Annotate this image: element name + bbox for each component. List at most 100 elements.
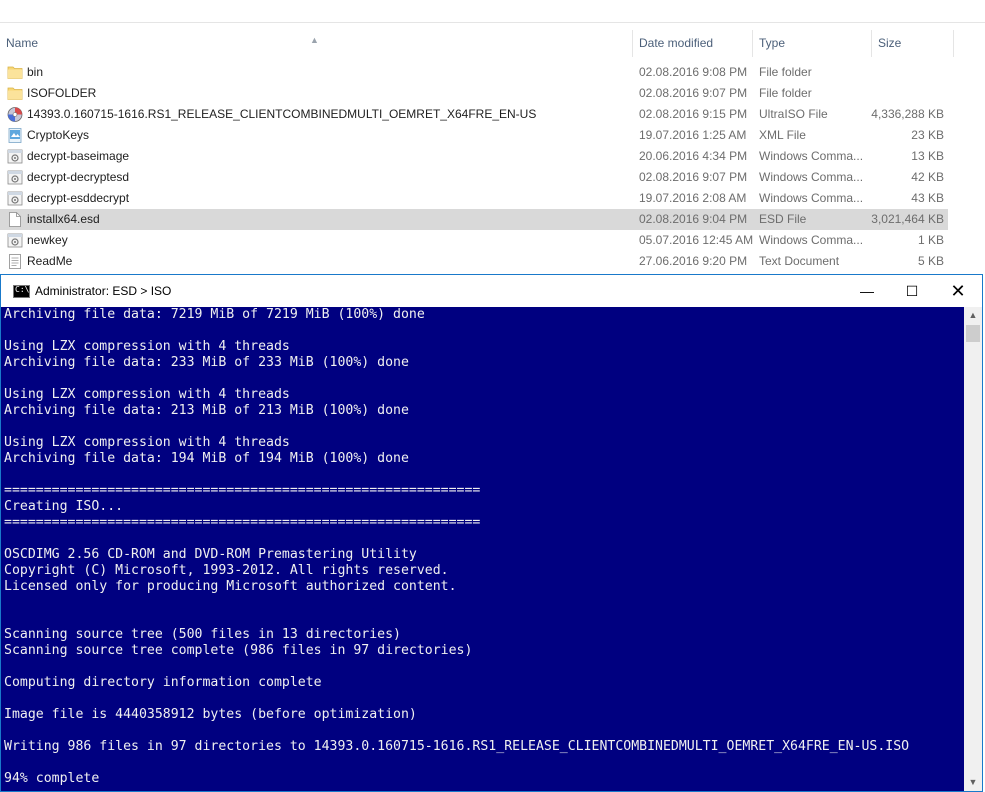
file-size: 13 KB [911, 149, 944, 163]
file-type: Text Document [759, 254, 840, 268]
file-explorer: Name ▲ Date modified Type Size bin 02.08.… [0, 0, 985, 275]
close-icon: ✕ [950, 281, 966, 301]
command-prompt-icon: C:\ [13, 285, 30, 298]
file-name: ISOFOLDER [27, 86, 97, 100]
file-date: 02.08.2016 9:15 PM [639, 107, 748, 121]
console-output[interactable]: Archiving file data: 7219 MiB of 7219 Mi… [1, 307, 964, 791]
file-name: bin [27, 65, 44, 79]
file-row[interactable]: installx64.esd 02.08.2016 9:04 PM ESD File… [0, 209, 948, 230]
file-size: 42 KB [911, 170, 944, 184]
column-size-label: Size [878, 36, 902, 50]
console-text: Archiving file data: 7219 MiB of 7219 Mi… [1, 307, 964, 787]
column-header: Name ▲ Date modified Type Size [0, 30, 985, 57]
folder-icon [7, 86, 23, 101]
file-type: File folder [759, 86, 812, 100]
file-name: newkey [27, 233, 68, 247]
maximize-button[interactable]: ☐ [889, 275, 935, 307]
vertical-scrollbar[interactable]: ▲ ▼ [964, 307, 982, 791]
file-date: 19.07.2016 2:08 AM [639, 191, 747, 205]
file-row[interactable]: bin 02.08.2016 9:08 PM File folder [0, 62, 985, 83]
console-line: OSCDIMG 2.56 CD-ROM and DVD-ROM Premaste… [4, 547, 417, 562]
file-row[interactable]: newkey 05.07.2016 12:45 AM Windows Comma..… [0, 230, 985, 251]
maximize-icon: ☐ [905, 283, 919, 299]
scroll-up-icon[interactable]: ▲ [964, 307, 982, 324]
console-line: Scanning source tree complete (986 files… [4, 643, 473, 658]
scroll-thumb[interactable] [966, 325, 980, 342]
text-file-icon [7, 254, 23, 269]
column-date-label: Date modified [639, 36, 714, 50]
file-date: 27.06.2016 9:20 PM [639, 254, 748, 268]
file-type: Windows Comma... [759, 191, 864, 205]
batch-file-icon [7, 191, 23, 206]
console-line: Licensed only for producing Microsoft au… [4, 579, 457, 594]
file-size: 1 KB [917, 233, 944, 247]
console-line: ========================================… [4, 515, 481, 530]
disc-icon [7, 107, 23, 122]
column-date-header[interactable]: Date modified [633, 30, 753, 57]
column-type-label: Type [759, 36, 786, 50]
xml-file-icon [7, 128, 23, 143]
console-line: Writing 986 files in 97 directories to 1… [4, 739, 910, 754]
file-row[interactable]: decrypt-esddecrypt 19.07.2016 2:08 AM Wind… [0, 188, 985, 209]
console-line: Computing directory information complete [4, 675, 322, 690]
console-line: Creating ISO... [4, 499, 124, 514]
batch-file-icon [7, 170, 23, 185]
file-row[interactable]: CryptoKeys 19.07.2016 1:25 AM XML File 23 K… [0, 125, 985, 146]
column-type-header[interactable]: Type [753, 30, 872, 57]
file-type: ESD File [759, 212, 807, 226]
console-title-bar[interactable]: C:\ Administrator: ESD > ISO — ☐ ✕ [1, 275, 982, 307]
file-size: 5 KB [917, 254, 944, 268]
file-type: UltraISO File [759, 107, 828, 121]
console-line: Scanning source tree (500 files in 13 di… [4, 627, 401, 642]
file-date: 02.08.2016 9:08 PM [639, 65, 748, 79]
minimize-button[interactable]: — [844, 275, 890, 307]
file-name: ReadMe [27, 254, 73, 268]
console-line: 94% complete [4, 771, 100, 786]
window-title: Administrator: ESD > ISO [35, 284, 172, 298]
file-date: 20.06.2016 4:34 PM [639, 149, 748, 163]
minimize-icon: — [860, 283, 874, 299]
file-type: Windows Comma... [759, 149, 864, 163]
file-date: 02.08.2016 9:04 PM [639, 212, 748, 226]
file-name: decrypt-decryptesd [27, 170, 130, 184]
sort-ascending-icon: ▲ [310, 35, 319, 45]
file-type: Windows Comma... [759, 170, 864, 184]
explorer-top-strip [0, 0, 985, 23]
file-name: installx64.esd [27, 212, 100, 226]
console-line: ========================================… [4, 483, 481, 498]
column-size-header[interactable]: Size [872, 30, 954, 57]
file-date: 02.08.2016 9:07 PM [639, 170, 748, 184]
file-row[interactable]: ReadMe 27.06.2016 9:20 PM Text Document 5 K… [0, 251, 985, 272]
file-name: CryptoKeys [27, 128, 90, 142]
scroll-down-icon[interactable]: ▼ [964, 774, 982, 791]
column-name-label: Name [6, 36, 39, 50]
file-row[interactable]: ISOFOLDER 02.08.2016 9:07 PM File folder [0, 83, 985, 104]
file-list: bin 02.08.2016 9:08 PM File folder ISOFOLDE… [0, 62, 985, 272]
console-line: Archiving file data: 233 MiB of 233 MiB … [4, 355, 409, 370]
console-line: Using LZX compression with 4 threads [4, 387, 290, 402]
console-window: C:\ Administrator: ESD > ISO — ☐ ✕ Archi… [0, 274, 983, 792]
file-size: 23 KB [911, 128, 944, 142]
batch-file-icon [7, 149, 23, 164]
close-button[interactable]: ✕ [935, 275, 981, 307]
file-size: 43 KB [911, 191, 944, 205]
file-row[interactable]: decrypt-decryptesd 02.08.2016 9:07 PM Wind… [0, 167, 985, 188]
file-row[interactable]: 14393.0.160715-1616.RS1_RELEASE_CLIENTCO… [0, 104, 985, 125]
column-name-header[interactable]: Name ▲ [0, 30, 633, 57]
batch-file-icon [7, 233, 23, 248]
console-line: Archiving file data: 194 MiB of 194 MiB … [4, 451, 409, 466]
file-row[interactable]: decrypt-baseimage 20.06.2016 4:34 PM Windo… [0, 146, 985, 167]
console-line: Using LZX compression with 4 threads [4, 435, 290, 450]
folder-icon [7, 65, 23, 80]
file-date: 02.08.2016 9:07 PM [639, 86, 748, 100]
file-type: Windows Comma... [759, 233, 864, 247]
